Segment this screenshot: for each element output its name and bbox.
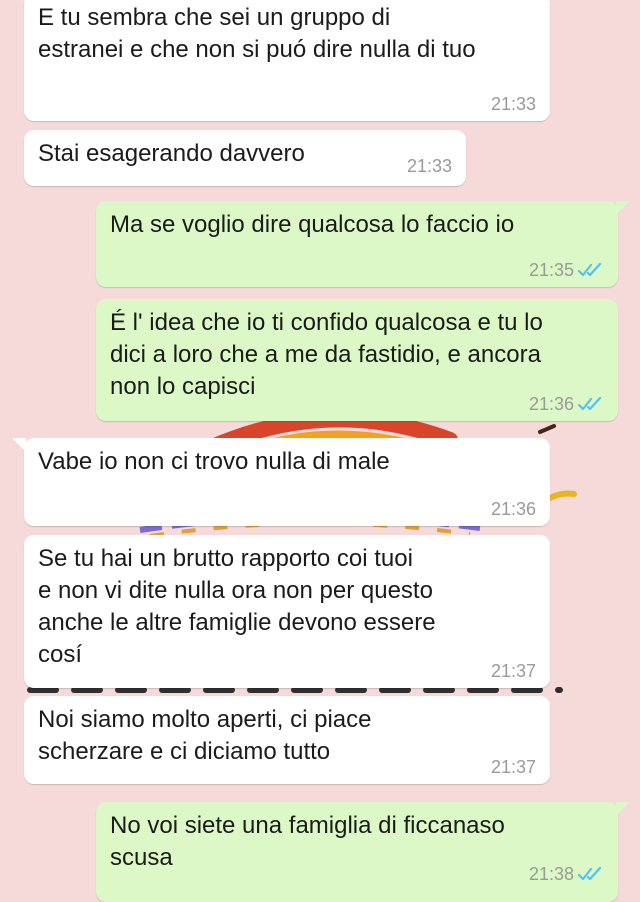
double-check-icon xyxy=(578,396,604,412)
message-text: Stai esagerando davvero xyxy=(38,140,305,167)
message-text: É l' idea che io ti confido qualcosa e t… xyxy=(110,309,543,400)
message-time: 21:38 xyxy=(528,864,574,884)
message-bubble-incoming[interactable]: E tu sembra che sei un gruppo di estrane… xyxy=(24,0,550,121)
message-time: 21:37 xyxy=(490,661,536,681)
double-check-icon xyxy=(578,262,604,278)
message-meta: 21:37 xyxy=(491,661,536,681)
message-text: Vabe io non ci trovo nulla di male xyxy=(38,448,390,475)
message-bubble-incoming[interactable]: Noi siamo molto aperti, ci piace scherza… xyxy=(24,696,550,784)
message-bubble-incoming[interactable]: Vabe io non ci trovo nulla di male 21:36 xyxy=(12,438,550,526)
message-text: Se tu hai un brutto rapporto coi tuoi e … xyxy=(38,545,436,668)
message-meta: 21:36 xyxy=(529,394,604,414)
message-time: 21:33 xyxy=(406,156,452,176)
message-meta: 21:38 xyxy=(529,864,604,884)
wallpaper-spark xyxy=(547,490,577,501)
message-time: 21:36 xyxy=(528,394,574,414)
double-check-icon xyxy=(578,866,604,882)
message-bubble-incoming[interactable]: Se tu hai un brutto rapporto coi tuoi e … xyxy=(24,535,550,688)
message-text: E tu sembra che sei un gruppo di estrane… xyxy=(38,4,476,63)
message-meta: 21:36 xyxy=(491,499,536,519)
message-meta: 21:33 xyxy=(491,94,536,114)
message-text: Noi siamo molto aperti, ci piace scherza… xyxy=(38,706,372,765)
message-bubble-outgoing[interactable]: É l' idea che io ti confido qualcosa e t… xyxy=(96,299,618,421)
message-time: 21:37 xyxy=(490,757,536,777)
message-time: 21:36 xyxy=(490,499,536,519)
message-meta: 21:33 xyxy=(407,156,452,176)
wallpaper-scribble xyxy=(538,424,556,434)
message-text: Ma se voglio dire qualcosa lo faccio io xyxy=(110,211,515,238)
message-bubble-outgoing[interactable]: No voi siete una famiglia di ficcanaso s… xyxy=(96,802,630,902)
message-bubble-incoming[interactable]: Stai esagerando davvero 21:33 xyxy=(24,130,466,186)
message-meta: 21:35 xyxy=(529,260,604,280)
message-bubble-outgoing[interactable]: Ma se voglio dire qualcosa lo faccio io … xyxy=(96,201,630,287)
message-time: 21:33 xyxy=(490,94,536,114)
message-meta: 21:37 xyxy=(491,757,536,777)
message-time: 21:35 xyxy=(528,260,574,280)
